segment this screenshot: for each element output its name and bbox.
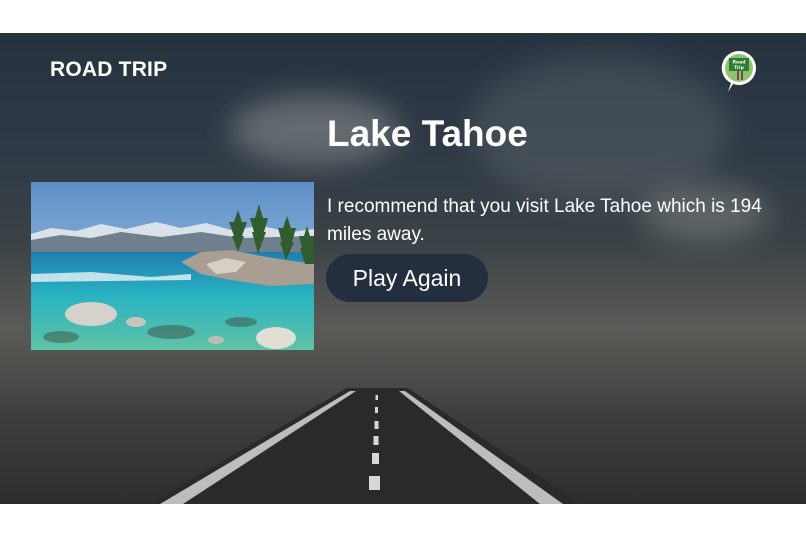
road-surface [150, 388, 580, 504]
svg-text:Trip: Trip [734, 65, 744, 71]
lake-tahoe-photo [31, 182, 314, 350]
play-again-button[interactable]: Play Again [326, 254, 488, 302]
skill-display: ROAD TRIP Road Trip Lake Tahoe I recomme… [0, 33, 806, 504]
header-title: ROAD TRIP [50, 58, 168, 81]
destination-title: Lake Tahoe [327, 113, 528, 154]
recommendation-text: I recommend that you visit Lake Tahoe wh… [327, 196, 762, 245]
road-trip-skill-icon: Road Trip [721, 50, 757, 94]
svg-text:Road: Road [732, 60, 745, 66]
